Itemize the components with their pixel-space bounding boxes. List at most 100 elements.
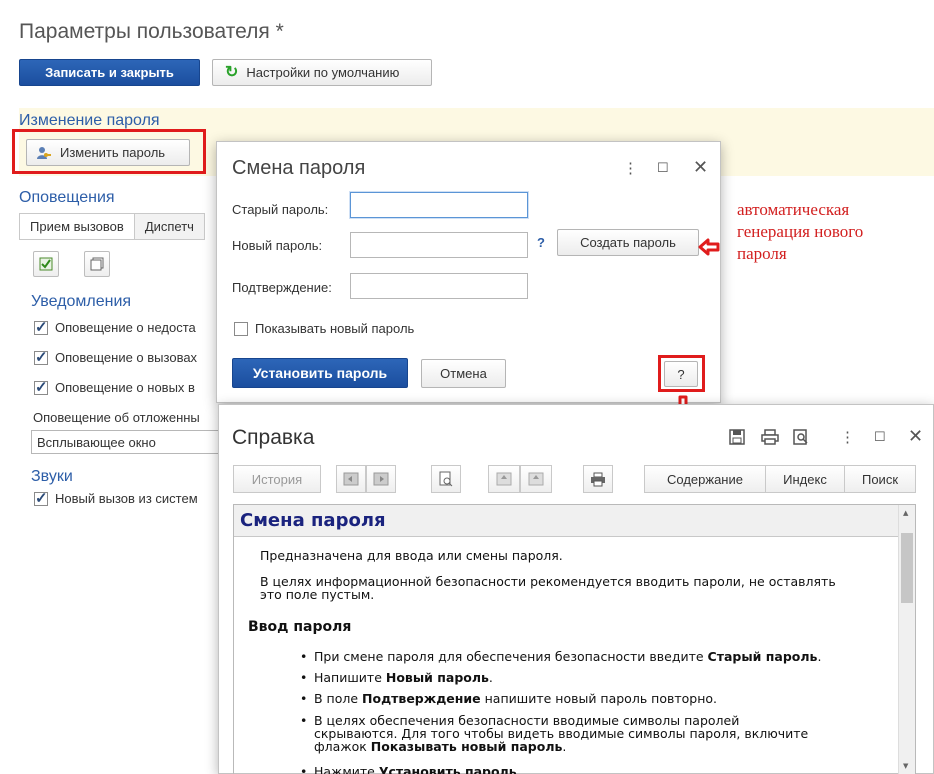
checkbox-box[interactable] xyxy=(34,378,48,396)
show-password-checkbox[interactable]: Показывать новый пароль xyxy=(234,321,414,336)
checkbox-box[interactable] xyxy=(34,348,48,366)
bullet-bold: Подтверждение xyxy=(362,691,481,706)
bullet-end: . xyxy=(817,649,822,664)
help-scrollbar[interactable]: ▲ ▼ xyxy=(898,505,915,774)
bullet-text: Нажмите xyxy=(314,764,379,774)
deferred-notification-label: Оповещение об отложенны xyxy=(33,410,200,425)
tab-dispatch[interactable]: Диспетч xyxy=(134,213,205,240)
page-title: Параметры пользователя * xyxy=(19,20,284,43)
alert-calls-checkbox[interactable]: Оповещение о вызовах xyxy=(34,348,198,366)
bullet-line: флажок Показывать новый пароль. xyxy=(314,740,808,753)
old-password-field[interactable] xyxy=(350,192,528,218)
forward-button[interactable] xyxy=(366,465,396,493)
annotation-line: генерация нового xyxy=(737,222,864,241)
help-bullet-show-password: В целях обеспечения безопасности вводимы… xyxy=(300,714,808,753)
find-in-page-icon xyxy=(439,471,453,487)
back-button[interactable] xyxy=(336,465,366,493)
deferred-notification-select[interactable]: Всплывающее окно xyxy=(31,430,221,454)
alert-new-label: Оповещение о новых в xyxy=(55,380,195,395)
help-bullet-confirmation: В поле Подтверждение напишите новый паро… xyxy=(300,691,717,706)
annotation-line: автоматическая xyxy=(737,200,850,219)
help-maximize-icon[interactable]: ☐ xyxy=(874,429,886,445)
generate-arrow-icon xyxy=(698,238,720,256)
checkbox-box[interactable] xyxy=(34,318,48,336)
help-intro: Предназначена для ввода или смены пароля… xyxy=(260,548,563,563)
dialog-title: Смена пароля xyxy=(232,157,366,179)
generate-annotation: автоматическая генерация нового пароля xyxy=(737,199,863,265)
bullet-end: . xyxy=(562,739,567,754)
bullet-end: . xyxy=(488,670,493,685)
password-section-title: Изменение пароля xyxy=(19,112,160,129)
scroll-thumb[interactable] xyxy=(901,533,913,603)
preview-icon[interactable] xyxy=(793,429,809,445)
alerts-title: Уведомления xyxy=(31,293,132,310)
alert-shortage-label: Оповещение о недоста xyxy=(55,320,196,335)
help-subheading: Ввод пароля xyxy=(248,619,352,635)
alert-calls-label: Оповещение о вызовах xyxy=(55,350,198,365)
help-bullet-press-set: Нажмите Установить пароль xyxy=(300,764,517,774)
bullet-bold: Установить пароль xyxy=(378,764,517,774)
save-icon[interactable] xyxy=(729,429,745,445)
next-topic-button[interactable] xyxy=(520,465,552,493)
change-password-highlight xyxy=(12,129,206,174)
back-icon xyxy=(343,472,359,486)
help-close-icon[interactable]: ✕ xyxy=(908,426,923,447)
check-all-button[interactable] xyxy=(33,251,59,277)
help-more-menu-icon[interactable]: ⋮ xyxy=(840,428,855,446)
change-password-dialog: Смена пароля ⋮ ☐ ✕ Старый пароль: Новый … xyxy=(216,141,721,403)
close-icon[interactable]: ✕ xyxy=(693,157,708,178)
alert-new-checkbox[interactable]: Оповещение о новых в xyxy=(34,378,195,396)
print-icon[interactable] xyxy=(761,429,779,445)
check-all-icon xyxy=(39,257,53,271)
prev-topic-button[interactable] xyxy=(488,465,520,493)
help-bullet-new-password: Напишите Новый пароль. xyxy=(300,670,493,685)
cancel-button[interactable]: Отмена xyxy=(421,359,506,388)
checkbox-box[interactable] xyxy=(234,321,248,336)
search-button[interactable]: Поиск xyxy=(844,465,916,493)
bullet-bold: Старый пароль xyxy=(707,649,818,664)
help-security-line: это поле пустым. xyxy=(260,587,375,602)
generate-password-button[interactable]: Создать пароль xyxy=(557,229,699,256)
bullet-bold: Показывать новый пароль xyxy=(370,739,563,754)
new-password-field[interactable] xyxy=(350,232,528,258)
uncheck-all-icon xyxy=(90,257,104,271)
notifications-title: Оповещения xyxy=(19,189,115,206)
scroll-down-icon[interactable]: ▼ xyxy=(903,762,908,770)
bullet-text: Напишите xyxy=(314,670,386,685)
sound-new-call-checkbox[interactable]: Новый вызов из систем xyxy=(34,489,198,507)
default-settings-label: Настройки по умолчанию xyxy=(246,65,400,80)
checkbox-box[interactable] xyxy=(34,489,48,507)
help-window: Справка ⋮ ☐ ✕ История Содержание Индекс … xyxy=(218,404,934,774)
uncheck-all-button[interactable] xyxy=(84,251,110,277)
confirmation-label: Подтверждение: xyxy=(232,280,332,295)
maximize-icon[interactable]: ☐ xyxy=(657,160,669,176)
save-and-close-button[interactable]: Записать и закрыть xyxy=(19,59,200,86)
default-settings-button[interactable]: ↻ Настройки по умолчанию xyxy=(212,59,432,86)
help-title: Справка xyxy=(232,426,315,449)
help-print-icon xyxy=(591,472,605,486)
old-password-label: Старый пароль: xyxy=(232,202,329,217)
help-button-highlight xyxy=(658,355,705,392)
alert-shortage-checkbox[interactable]: Оповещение о недоста xyxy=(34,318,196,336)
next-topic-icon xyxy=(528,472,544,486)
help-bullet-old-password: При смене пароля для обеспечения безопас… xyxy=(300,649,822,664)
password-hint-icon[interactable]: ? xyxy=(537,235,545,250)
bullet-text: флажок xyxy=(314,739,371,754)
show-password-label: Показывать новый пароль xyxy=(255,321,415,336)
set-password-button[interactable]: Установить пароль xyxy=(232,358,408,388)
tab-call-reception[interactable]: Прием вызовов xyxy=(19,213,135,240)
help-print-button[interactable] xyxy=(583,465,613,493)
prev-topic-icon xyxy=(496,472,512,486)
more-menu-icon[interactable]: ⋮ xyxy=(623,159,638,177)
history-button[interactable]: История xyxy=(233,465,321,493)
background-window-strip xyxy=(0,0,934,8)
bullet-bold: Новый пароль xyxy=(385,670,489,685)
bullet-text: В поле xyxy=(314,691,363,706)
scroll-up-icon[interactable]: ▲ xyxy=(903,509,908,517)
confirmation-field[interactable] xyxy=(350,273,528,299)
sounds-title: Звуки xyxy=(31,468,73,485)
contents-button[interactable]: Содержание xyxy=(644,465,766,493)
find-in-page-button[interactable] xyxy=(431,465,461,493)
bullet-text: При смене пароля для обеспечения безопас… xyxy=(314,649,708,664)
index-button[interactable]: Индекс xyxy=(765,465,845,493)
